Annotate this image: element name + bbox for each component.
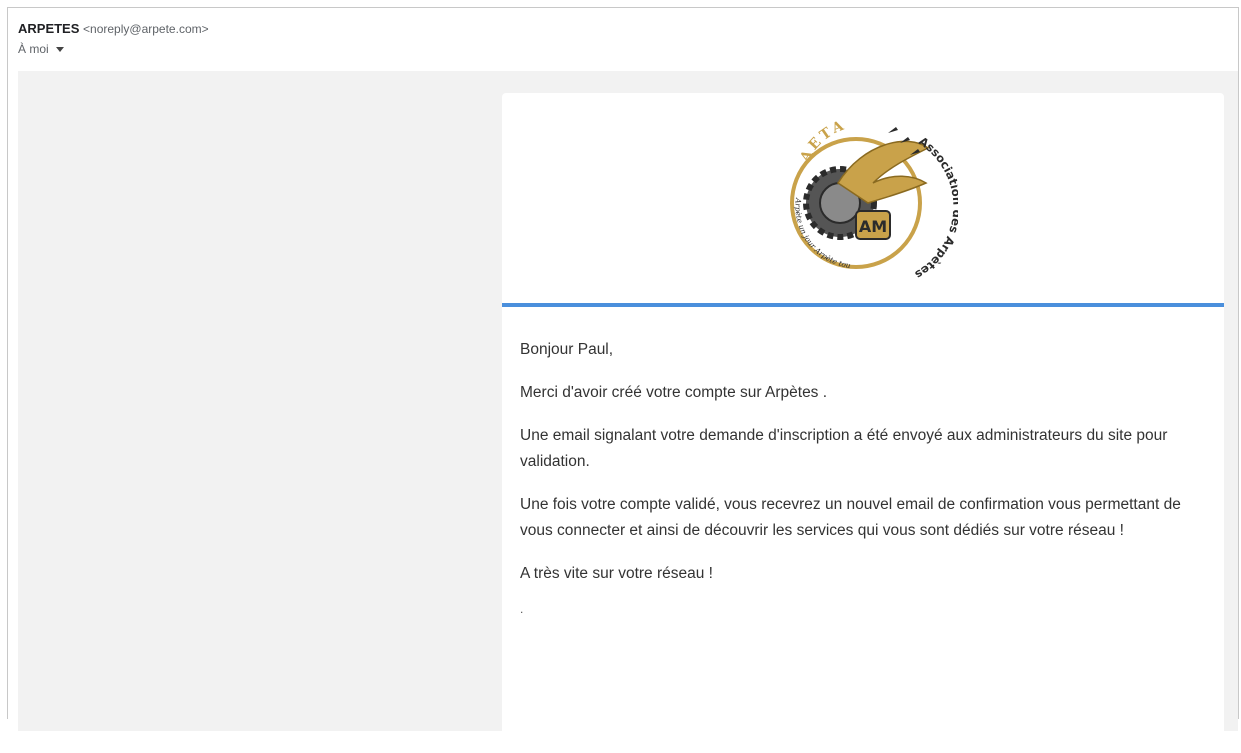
- message-card: AM AETA Association des Arpètes Arpète u…: [502, 93, 1224, 753]
- greeting: Bonjour Paul,: [520, 341, 614, 358]
- email-header: ARPETES <noreply@arpete.com> À moi: [18, 21, 209, 57]
- message-content: Bonjour Paul, Merci d'avoir créé votre c…: [502, 307, 1224, 622]
- logo-badge-text: AM: [859, 217, 887, 236]
- email-frame: ARPETES <noreply@arpete.com> À moi AM AE…: [7, 7, 1239, 753]
- recipient-label: À moi: [18, 42, 49, 56]
- paragraph-confirmation: Une fois votre compte validé, vous recev…: [520, 496, 1181, 539]
- message-body: AM AETA Association des Arpètes Arpète u…: [18, 71, 1238, 753]
- paragraph-thanks: Merci d'avoir créé votre compte sur Arpè…: [520, 384, 828, 401]
- logo-area: AM AETA Association des Arpètes Arpète u…: [502, 93, 1224, 307]
- paragraph-notice: Une email signalant votre demande d'insc…: [520, 427, 1168, 470]
- recipient-row[interactable]: À moi: [18, 41, 209, 57]
- sender-row: ARPETES <noreply@arpete.com>: [18, 21, 209, 37]
- caret-down-icon[interactable]: [55, 46, 64, 52]
- trailing-dot: .: [520, 602, 524, 616]
- paragraph-closing: A très vite sur votre réseau !: [520, 565, 713, 582]
- sender-email: <noreply@arpete.com>: [83, 22, 209, 36]
- association-logo: AM AETA Association des Arpètes Arpète u…: [768, 103, 958, 282]
- sender-name[interactable]: ARPETES: [18, 21, 79, 36]
